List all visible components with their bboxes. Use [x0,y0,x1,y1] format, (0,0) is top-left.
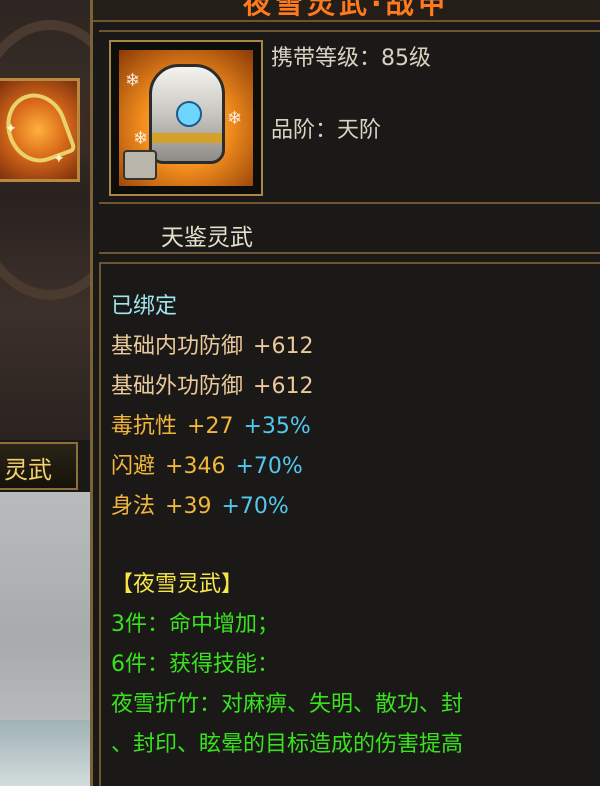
bound-status: 已绑定 [111,294,178,319]
snowflake-icon: ❄ [133,128,149,149]
tooltip-title-strip: 夜雪灵武·战甲 [93,0,600,22]
required-level: 携带等级：85级 [271,46,431,71]
item-header: ❄ ❄ ❄ 携带等级：85级 品阶：天阶 [99,30,600,204]
item-name-row: 天鉴灵武 [99,212,600,254]
attribute-bonus: +70% [221,494,289,519]
attribute-label: 闪避 [111,454,156,479]
attribute-bonus: +35% [243,414,311,439]
stat-value: +612 [253,334,314,359]
stat-label: 基础外功防御 [111,374,244,399]
armor-shape [149,64,225,164]
stat-value: +612 [253,374,314,399]
item-stats: 已绑定 基础内功防御 +612 基础外功防御 +612 毒抗性 +27 +35% 闪避 +… [99,262,600,786]
set-skill-description: 夜雪折竹：对麻痹、失明、散功、封 [111,692,464,717]
attribute-value: +346 [165,454,226,479]
attribute-label: 毒抗性 [111,414,178,439]
armor-belt [152,133,222,143]
item-name: 天鉴灵武 [161,225,253,251]
name-tab-label: 灵武 [4,456,52,484]
attribute-row: 闪避 +346 +70% [111,448,303,480]
attribute-value: +27 [187,414,234,439]
attribute-row: 毒抗性 +27 +35% [111,408,311,440]
attribute-label: 身法 [111,494,156,519]
equipment-name-tab[interactable]: 灵武 [0,442,78,490]
base-stat-row: 基础内功防御 +612 [111,328,313,360]
scene-floor-detail [0,720,90,786]
sparkle-icon: ✦ [5,121,17,137]
tooltip-title: 夜雪灵武·战甲 [243,0,450,20]
armor-gem [176,101,202,127]
equipment-type-badge-icon [123,150,157,180]
snowflake-icon: ❄ [227,108,243,129]
item-tooltip: 夜雪灵武·战甲 ❄ ❄ ❄ 携带等级：85级 品阶：天阶 天鉴灵武 已绑定 基础… [90,0,600,786]
base-stat-row: 基础外功防御 +612 [111,368,313,400]
set-bonus-6: 6件：获得技能： [111,652,279,677]
set-skill-description: 、封印、眩晕的目标造成的伤害提高 [111,732,464,757]
background-scene: ✦ ✦ 灵武 [0,0,90,786]
sparkle-icon: ✦ [53,151,65,167]
snowflake-icon: ❄ [125,70,141,91]
item-icon-frame[interactable]: ❄ ❄ ❄ [109,40,263,196]
stat-label: 基础内功防御 [111,334,244,359]
weapon-item-icon[interactable]: ✦ ✦ [0,78,80,182]
attribute-bonus: +70% [235,454,303,479]
set-name: 【夜雪灵武】 [111,572,244,597]
attribute-row: 身法 +39 +70% [111,488,289,520]
set-bonus-3: 3件：命中增加； [111,612,279,637]
attribute-value: +39 [165,494,212,519]
armor-item-icon: ❄ ❄ ❄ [119,50,253,186]
item-grade: 品阶：天阶 [271,118,382,143]
